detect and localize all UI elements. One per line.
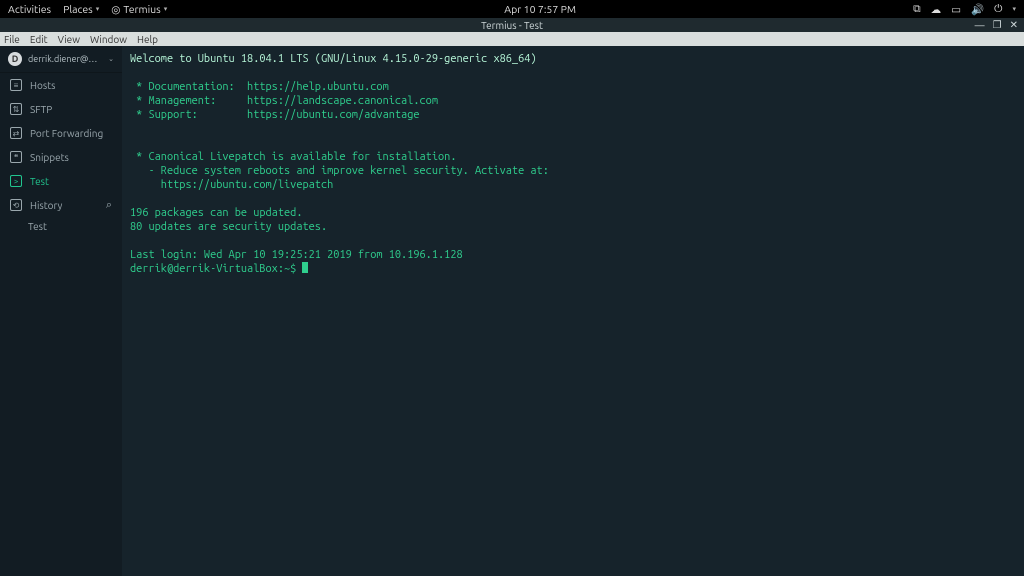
term-line: * Documentation: <box>130 81 247 93</box>
app-menubar: File Edit View Window Help <box>0 32 1024 46</box>
term-line: * Management: <box>130 95 247 107</box>
chevron-down-icon[interactable]: ▾ <box>1012 5 1016 13</box>
sidebar-item-portforwarding[interactable]: ⇄ Port Forwarding <box>0 121 122 145</box>
sidebar-item-label: History <box>30 200 62 211</box>
port-forwarding-icon: ⇄ <box>10 127 22 139</box>
history-icon: ⟲ <box>10 199 22 211</box>
sidebar-item-label: Test <box>30 176 49 187</box>
app-body: D derrik.diener@gmail.com ⌄ ≡ Hosts ⇅ SF… <box>0 46 1024 576</box>
term-line: https://help.ubuntu.com <box>247 81 389 93</box>
chevron-down-icon: ⌄ <box>108 55 114 63</box>
term-line: - Reduce system reboots and improve kern… <box>130 165 549 177</box>
term-line: 196 packages can be updated. <box>130 207 302 219</box>
menu-view[interactable]: View <box>58 34 80 45</box>
sidebar-item-hosts[interactable]: ≡ Hosts <box>0 73 122 97</box>
sidebar-item-snippets[interactable]: ❝ Snippets <box>0 145 122 169</box>
window-titlebar: Termius - Test — ❐ ✕ <box>0 18 1024 32</box>
app-menu-icon: ◎ <box>111 3 120 16</box>
account-row[interactable]: D derrik.diener@gmail.com ⌄ <box>0 46 122 73</box>
app-menu-label: Termius <box>123 3 160 15</box>
term-line: * Canonical Livepatch is available for i… <box>130 151 456 163</box>
places-label: Places <box>63 3 93 15</box>
dropbox-icon[interactable]: ⧉ <box>913 2 921 16</box>
sidebar-item-label: Snippets <box>30 152 69 163</box>
term-line: Last login: Wed Apr 10 19:25:21 2019 fro… <box>130 249 463 261</box>
search-icon[interactable]: ⌕ <box>106 199 112 212</box>
window-title: Termius - Test <box>481 20 543 31</box>
power-icon[interactable]: ⏻ <box>994 2 1002 16</box>
clock[interactable]: Apr 10 7:57 PM <box>167 3 913 15</box>
sidebar-item-label: Hosts <box>30 80 55 91</box>
sidebar-item-history[interactable]: ⟲ History <box>0 193 106 217</box>
volume-icon[interactable]: 🔊 <box>971 3 984 16</box>
menu-window[interactable]: Window <box>90 34 127 45</box>
minimize-button[interactable]: — <box>975 20 985 31</box>
term-line: * Support: <box>130 109 247 121</box>
cursor <box>302 262 308 273</box>
term-line: Welcome to Ubuntu 18.04.1 LTS (GNU/Linux… <box>130 53 537 65</box>
term-line: https://ubuntu.com/livepatch <box>130 179 333 191</box>
sidebar-item-test[interactable]: > Test <box>0 169 122 193</box>
gnome-topbar: Activities Places ▾ ◎ Termius ▾ Apr 10 7… <box>0 0 1024 18</box>
sidebar-item-sftp[interactable]: ⇅ SFTP <box>0 97 122 121</box>
term-line: 80 updates are security updates. <box>130 221 327 233</box>
chevron-down-icon: ▾ <box>164 5 168 13</box>
chevron-down-icon: ▾ <box>96 5 100 13</box>
menu-help[interactable]: Help <box>137 34 158 45</box>
menu-edit[interactable]: Edit <box>30 34 48 45</box>
term-line: https://landscape.canonical.com <box>247 95 438 107</box>
terminal-pane[interactable]: Welcome to Ubuntu 18.04.1 LTS (GNU/Linux… <box>122 46 1024 576</box>
hosts-icon: ≡ <box>10 79 22 91</box>
avatar: D <box>8 52 22 66</box>
account-email: derrik.diener@gmail.com <box>28 54 102 64</box>
term-line: https://ubuntu.com/advantage <box>247 109 419 121</box>
snippets-icon: ❝ <box>10 151 22 163</box>
close-button[interactable]: ✕ <box>1010 19 1018 31</box>
sftp-icon: ⇅ <box>10 103 22 115</box>
history-entry-test[interactable]: Test <box>0 217 122 236</box>
places-menu[interactable]: Places ▾ <box>63 3 99 16</box>
sidebar: D derrik.diener@gmail.com ⌄ ≡ Hosts ⇅ SF… <box>0 46 122 576</box>
app-menu[interactable]: ◎ Termius ▾ <box>111 3 167 16</box>
sidebar-item-label: SFTP <box>30 104 52 115</box>
activities-button[interactable]: Activities <box>8 3 51 16</box>
maximize-button[interactable]: ❐ <box>993 19 1002 31</box>
term-prompt: derrik@derrik-VirtualBox:~$ <box>130 263 302 275</box>
menu-file[interactable]: File <box>4 34 20 45</box>
screen-icon[interactable]: ▭ <box>951 3 961 16</box>
sidebar-item-label: Port Forwarding <box>30 128 103 139</box>
tray-icon[interactable]: ☁ <box>931 3 942 16</box>
terminal-icon: > <box>10 175 22 187</box>
